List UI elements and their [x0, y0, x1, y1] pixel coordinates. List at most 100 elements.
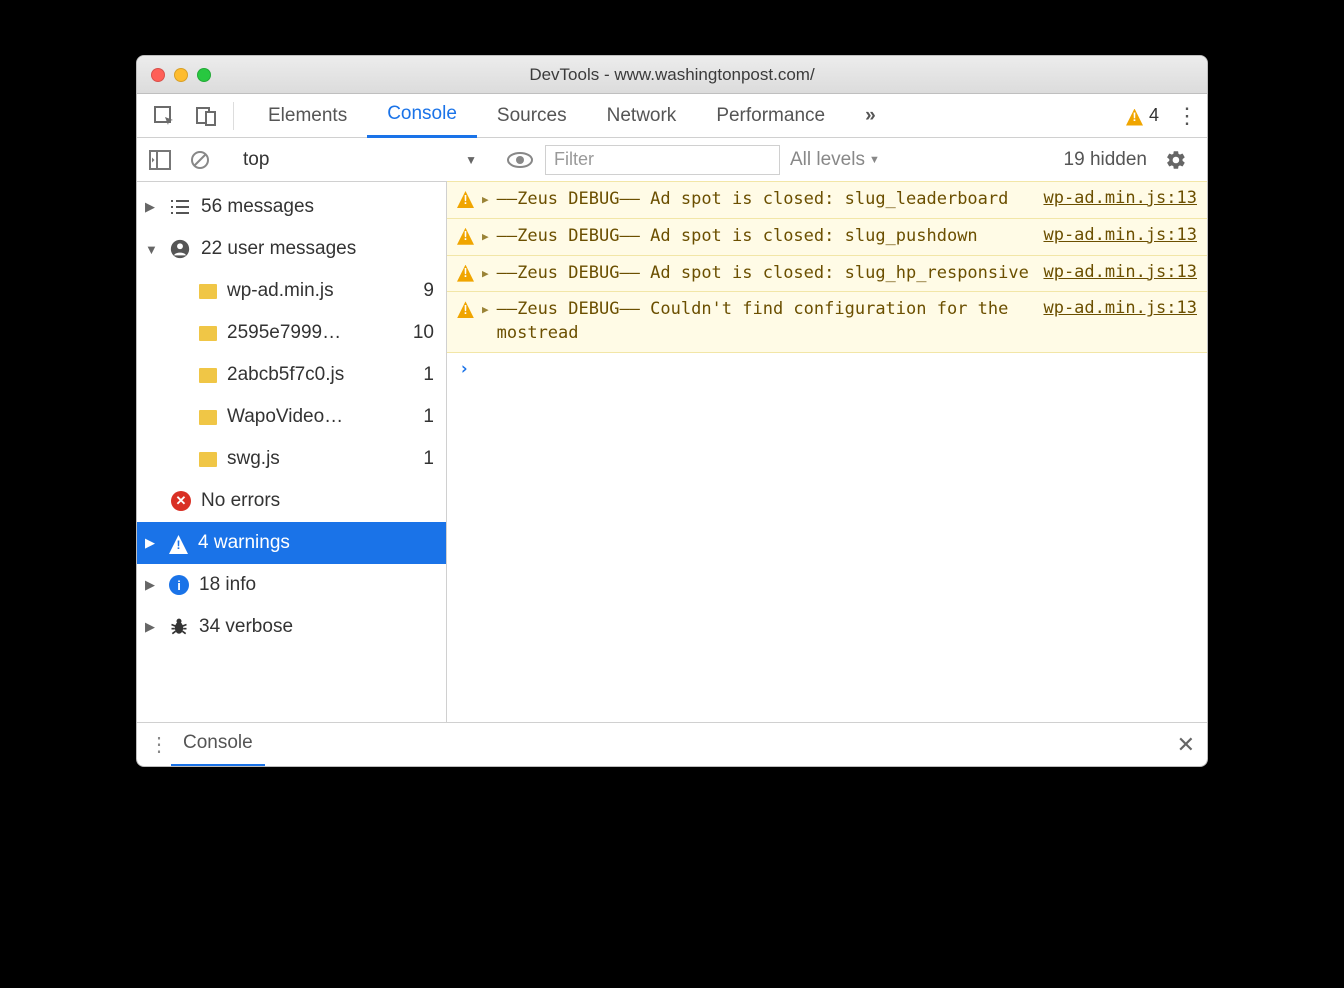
panel-tabs: Elements Console Sources Network Perform…	[248, 94, 896, 138]
tab-performance[interactable]: Performance	[696, 94, 845, 138]
chevron-right-icon: ▶	[145, 619, 159, 635]
chevron-right-icon: ▶	[145, 199, 159, 215]
close-icon[interactable]: ✕	[1177, 732, 1195, 758]
verbose-label: 34 verbose	[199, 616, 293, 638]
message-source[interactable]: wp-ad.min.js:13	[1043, 225, 1197, 245]
live-expression-icon[interactable]	[505, 151, 535, 169]
warning-icon: !	[169, 535, 188, 554]
inspect-element-icon[interactable]	[143, 105, 185, 127]
console-output: ! ▶ ––Zeus DEBUG–– Ad spot is closed: sl…	[447, 182, 1207, 722]
expand-icon[interactable]: ▶	[482, 303, 489, 316]
device-toggle-icon[interactable]	[185, 105, 227, 127]
message-text: ––Zeus DEBUG–– Ad spot is closed: slug_l…	[497, 188, 1036, 212]
expand-icon[interactable]: ▶	[482, 230, 489, 243]
menu-icon[interactable]: ⋮	[1173, 103, 1201, 129]
more-tabs-icon[interactable]: »	[845, 94, 896, 138]
chevron-down-icon: ▼	[145, 242, 159, 257]
warnings-label: 4 warnings	[198, 532, 290, 554]
sidebar-file-item[interactable]: 2595e7999… 10	[137, 312, 446, 354]
message-text: ––Zeus DEBUG–– Ad spot is closed: slug_h…	[497, 262, 1036, 286]
window-title: DevTools - www.washingtonpost.com/	[137, 65, 1207, 85]
toggle-sidebar-icon[interactable]	[145, 150, 175, 170]
warning-icon: !	[457, 228, 474, 245]
chevron-right-icon: ▶	[145, 577, 159, 593]
message-text: ––Zeus DEBUG–– Couldn't find configurati…	[497, 298, 1036, 346]
user-messages-label: 22 user messages	[201, 238, 356, 260]
console-body: ▶ 56 messages ▼ 22 user messages wp-ad.m…	[137, 182, 1207, 722]
drawer-tab-console[interactable]: Console	[171, 723, 265, 767]
file-count: 9	[423, 280, 434, 302]
clear-console-icon[interactable]	[185, 149, 215, 171]
console-prompt[interactable]: ›	[447, 353, 1207, 385]
context-selector[interactable]: top ▼	[235, 145, 485, 175]
bug-icon	[169, 617, 189, 637]
file-name: 2595e7999…	[227, 322, 341, 344]
warning-icon: !	[457, 265, 474, 282]
file-name: swg.js	[227, 448, 280, 470]
expand-icon[interactable]: ▶	[482, 193, 489, 206]
sidebar-item-info[interactable]: ▶ i 18 info	[137, 564, 446, 606]
message-source[interactable]: wp-ad.min.js:13	[1043, 188, 1197, 208]
settings-icon[interactable]	[1165, 149, 1199, 171]
message-source[interactable]: wp-ad.min.js:13	[1043, 298, 1197, 318]
console-message[interactable]: ! ▶ ––Zeus DEBUG–– Ad spot is closed: sl…	[447, 181, 1207, 219]
log-levels-selector[interactable]: All levels ▼	[790, 149, 880, 171]
file-count: 1	[423, 406, 434, 428]
error-icon: ✕	[171, 491, 191, 511]
sidebar-item-user-messages[interactable]: ▼ 22 user messages	[137, 228, 446, 270]
titlebar: DevTools - www.washingtonpost.com/	[137, 56, 1207, 94]
folder-icon	[199, 368, 217, 383]
levels-label: All levels	[790, 149, 865, 171]
chevron-right-icon: ▶	[145, 535, 159, 551]
file-name: WapoVideo…	[227, 406, 343, 428]
warning-icon: !	[1126, 109, 1143, 126]
file-name: 2abcb5f7c0.js	[227, 364, 344, 386]
sidebar-file-item[interactable]: swg.js 1	[137, 438, 446, 480]
tab-console[interactable]: Console	[367, 94, 477, 138]
folder-icon	[199, 410, 217, 425]
chevron-down-icon: ▼	[465, 153, 477, 167]
expand-icon[interactable]: ▶	[482, 267, 489, 280]
sidebar-item-errors[interactable]: ✕ No errors	[137, 480, 446, 522]
separator	[233, 102, 234, 130]
info-label: 18 info	[199, 574, 256, 596]
filter-input[interactable]	[545, 145, 780, 175]
sidebar-file-item[interactable]: wp-ad.min.js 9	[137, 270, 446, 312]
sidebar-item-verbose[interactable]: ▶ 34 verbose	[137, 606, 446, 648]
chevron-down-icon: ▼	[869, 154, 880, 166]
console-message[interactable]: ! ▶ ––Zeus DEBUG–– Couldn't find configu…	[447, 291, 1207, 353]
file-count: 1	[423, 364, 434, 386]
devtools-window: DevTools - www.washingtonpost.com/ Eleme…	[136, 55, 1208, 767]
tab-sources[interactable]: Sources	[477, 94, 587, 138]
folder-icon	[199, 284, 217, 299]
folder-icon	[199, 326, 217, 341]
sidebar-item-warnings[interactable]: ▶ ! 4 warnings	[137, 522, 446, 564]
folder-icon	[199, 452, 217, 467]
sidebar-item-messages[interactable]: ▶ 56 messages	[137, 186, 446, 228]
warnings-badge[interactable]: ! 4	[1126, 105, 1159, 126]
sidebar-file-item[interactable]: 2abcb5f7c0.js 1	[137, 354, 446, 396]
warning-icon: !	[457, 191, 474, 208]
tab-network[interactable]: Network	[587, 94, 697, 138]
console-message[interactable]: ! ▶ ––Zeus DEBUG–– Ad spot is closed: sl…	[447, 255, 1207, 293]
list-icon	[169, 198, 191, 216]
info-icon: i	[169, 575, 189, 595]
main-toolbar: Elements Console Sources Network Perform…	[137, 94, 1207, 138]
drawer: ⋮ Console ✕	[137, 722, 1207, 766]
hidden-count[interactable]: 19 hidden	[1056, 149, 1155, 171]
drawer-menu-icon[interactable]: ⋮	[149, 732, 171, 757]
console-sidebar: ▶ 56 messages ▼ 22 user messages wp-ad.m…	[137, 182, 447, 722]
file-name: wp-ad.min.js	[227, 280, 334, 302]
context-value: top	[243, 149, 269, 171]
file-count: 1	[423, 448, 434, 470]
warnings-count: 4	[1149, 105, 1159, 126]
message-source[interactable]: wp-ad.min.js:13	[1043, 262, 1197, 282]
console-message[interactable]: ! ▶ ––Zeus DEBUG–– Ad spot is closed: sl…	[447, 218, 1207, 256]
sidebar-file-item[interactable]: WapoVideo… 1	[137, 396, 446, 438]
warning-icon: !	[457, 301, 474, 318]
console-toolbar: top ▼ All levels ▼ 19 hidden	[137, 138, 1207, 182]
tab-elements[interactable]: Elements	[248, 94, 367, 138]
errors-label: No errors	[201, 490, 280, 512]
file-count: 10	[413, 322, 434, 344]
message-text: ––Zeus DEBUG–– Ad spot is closed: slug_p…	[497, 225, 1036, 249]
